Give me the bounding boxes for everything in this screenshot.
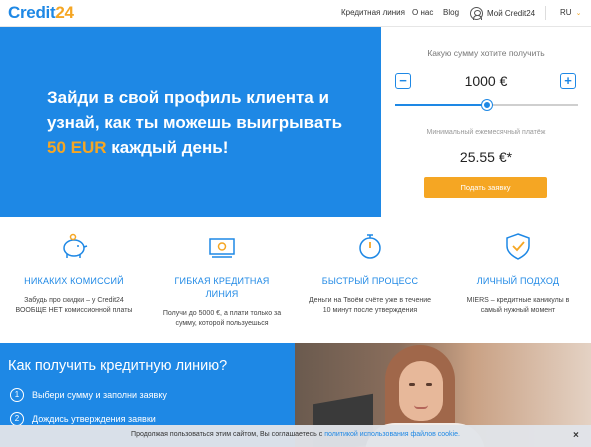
my-profile-link[interactable]: Мой Credit24: [470, 4, 535, 22]
user-icon: [470, 6, 483, 20]
feature-desc-line: MIERS – кредитные каникулы в: [466, 297, 570, 304]
photo-eye: [409, 383, 415, 386]
language-selector[interactable]: RU ⌄: [560, 8, 581, 17]
language-label: RU: [560, 8, 572, 17]
money-icon: [209, 238, 235, 258]
header-divider: [545, 6, 546, 20]
step-number: 2: [10, 412, 24, 426]
nav-credit-line[interactable]: Кредитная линия: [341, 8, 405, 17]
hero-line-1: Зайди в свой профиль клиента и: [47, 88, 329, 107]
min-payment-value: 25.55 €*: [459, 149, 513, 165]
hero-headline: Зайди в свой профиль клиента и узнай, ка…: [47, 85, 367, 160]
cookie-banner: Продолжая пользоваться этим сайтом, Вы с…: [0, 425, 591, 447]
chevron-down-icon: ⌄: [575, 10, 582, 17]
piggy-bank-icon: [63, 233, 88, 258]
how-title: Как получить кредитную линию?: [8, 358, 228, 374]
feature-fast-process: БЫСТРЫЙ ПРОЦЕСС Деньги на Твоём счёте уж…: [296, 217, 444, 343]
increase-amount-button[interactable]: +: [560, 73, 576, 89]
feature-desc-line: Забудь про скидки – у Credit24: [24, 297, 124, 304]
feature-desc-line: сумму, которой пользуешься: [175, 320, 269, 327]
feature-title-line: ЛИНИЯ: [205, 289, 239, 299]
cookie-message: Продолжая пользоваться этим сайтом, Вы с…: [131, 431, 325, 438]
logo-number: 24: [55, 3, 74, 22]
feature-desc-line: Деньги на Твоём счёте уже в течение: [308, 297, 432, 304]
feature-desc-line: ВООБЩЕ НЕТ комиссионной платы: [15, 307, 133, 314]
stopwatch-icon: [359, 234, 381, 259]
nav-about[interactable]: О нас: [412, 8, 433, 17]
step-text: Дождись утверждения заявки: [32, 414, 156, 424]
slider-fill: [395, 104, 487, 106]
shield-check-icon: [506, 233, 530, 260]
amount-slider[interactable]: [395, 100, 578, 110]
feature-title: ЛИЧНЫЙ ПОДХОД: [476, 276, 560, 286]
step-item: 2 Дождись утверждения заявки: [10, 412, 156, 426]
feature-title: БЫСТРЫЙ ПРОЦЕСС: [321, 276, 419, 286]
apply-button[interactable]: Подать заявку: [424, 177, 547, 198]
cookie-policy-link[interactable]: политикой использования файлов cookie.: [324, 431, 460, 438]
loan-calculator: Какую сумму хотите получить − 1000 € + М…: [381, 27, 591, 217]
feature-personal-approach: ЛИЧНЫЙ ПОДХОД MIERS – кредитные каникулы…: [444, 217, 591, 343]
feature-desc-line: Получи до 5000 €, а плати только за: [162, 310, 282, 317]
photo-mouth: [414, 405, 428, 409]
hero-line-3: каждый день!: [106, 138, 229, 157]
photo-face: [399, 361, 443, 421]
hero-line-2: узнай, как ты можешь выигрывать: [47, 113, 343, 132]
step-item: 1 Выбери сумму и заполни заявку: [10, 388, 167, 402]
photo-eye: [426, 383, 432, 386]
cookie-text: Продолжая пользоваться этим сайтом, Вы с…: [0, 431, 591, 438]
top-header: Credit24 Кредитная линия О нас Blog Мой …: [0, 0, 591, 27]
profile-label: Мой Credit24: [487, 8, 536, 18]
feature-title: НИКАКИХ КОМИССИЙ: [24, 276, 124, 286]
features-section: НИКАКИХ КОМИССИЙ Забудь про скидки – у C…: [0, 217, 591, 343]
step-text: Выбери сумму и заполни заявку: [32, 390, 167, 400]
feature-title: ГИБКАЯ КРЕДИТНАЯ ЛИНИЯ: [152, 275, 292, 301]
close-icon[interactable]: ×: [573, 430, 579, 441]
credit24-logo[interactable]: Credit24: [8, 3, 74, 23]
slider-handle[interactable]: [481, 100, 492, 110]
calculator-title: Какую сумму хотите получить: [427, 48, 545, 58]
feature-desc-line: самый нужный момент: [480, 307, 556, 314]
min-payment-label: Минимальный ежемесячный платёж: [426, 129, 546, 136]
feature-desc-line: 10 минут после утверждения: [322, 307, 418, 314]
hero-accent: 50 EUR: [47, 138, 107, 157]
hero-banner: Зайди в свой профиль клиента и узнай, ка…: [0, 27, 381, 217]
feature-title-line: ГИБКАЯ КРЕДИТНАЯ: [174, 276, 270, 286]
logo-text: Credit: [8, 3, 56, 22]
feature-no-fees: НИКАКИХ КОМИССИЙ Забудь про скидки – у C…: [0, 217, 148, 343]
step-number: 1: [10, 388, 24, 402]
nav-blog[interactable]: Blog: [443, 8, 459, 17]
feature-flexible-line: ГИБКАЯ КРЕДИТНАЯ ЛИНИЯ Получи до 5000 €,…: [148, 217, 296, 343]
